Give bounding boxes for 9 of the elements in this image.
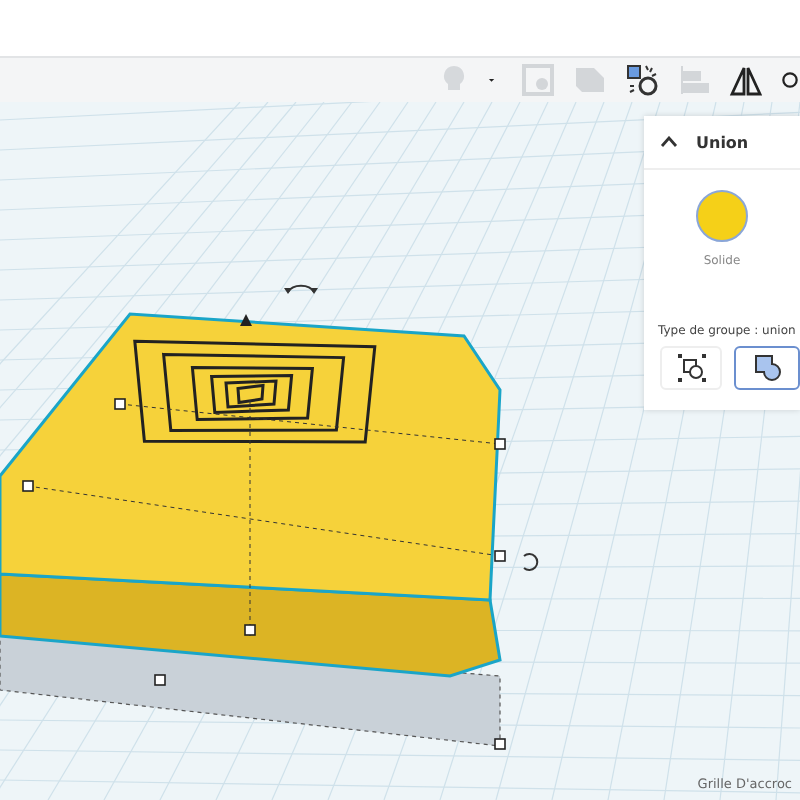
color-swatch[interactable] (696, 190, 748, 242)
selected-shape-drawing[interactable] (0, 284, 539, 750)
group-type-button[interactable] (734, 346, 800, 390)
panel-title: Union (696, 133, 749, 151)
mirror-icon[interactable] (728, 62, 764, 98)
caret-icon[interactable] (660, 136, 678, 148)
ungroup-icon[interactable] (624, 62, 660, 98)
merge-shapes-icon (677, 354, 706, 382)
union-shapes-icon (753, 354, 782, 382)
